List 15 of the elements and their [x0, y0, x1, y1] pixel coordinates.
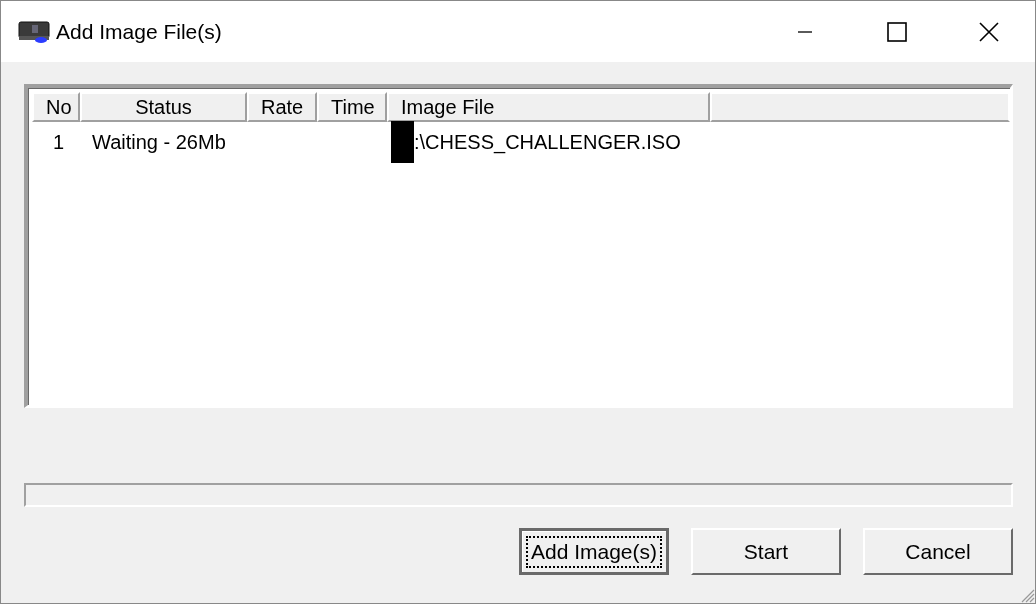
- maximize-icon[interactable]: [887, 21, 907, 42]
- column-header[interactable]: No: [32, 92, 80, 122]
- drive-icon: [18, 18, 52, 45]
- dialog-button[interactable]: Add Image(s): [519, 528, 669, 575]
- window-title: Add Image File(s): [56, 19, 222, 44]
- column-header[interactable]: Time: [317, 92, 387, 122]
- column-header[interactable]: Rate: [247, 92, 317, 122]
- dialog-button[interactable]: Cancel: [863, 528, 1013, 575]
- column-header[interactable]: Image File: [387, 92, 710, 122]
- table-cell: :\CHESS_CHALLENGER.ISO: [414, 130, 681, 154]
- column-header[interactable]: Status: [80, 92, 247, 122]
- dialog-button[interactable]: Start: [691, 528, 841, 575]
- close-icon[interactable]: [979, 21, 999, 42]
- table-cell: Waiting - 26Mb: [92, 130, 226, 154]
- table-cell: 1: [52, 130, 64, 154]
